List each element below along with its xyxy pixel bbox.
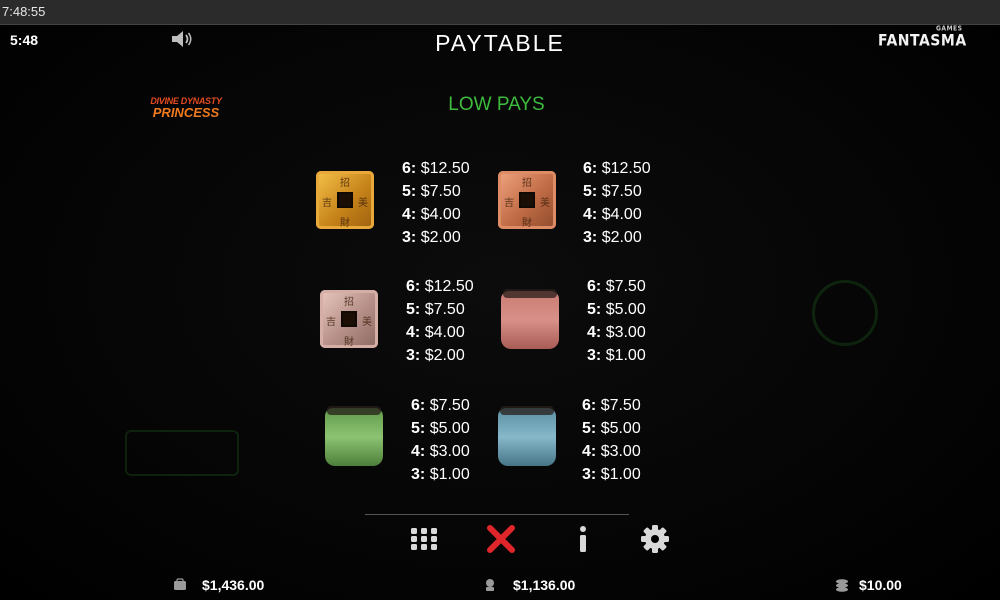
pay-row: 6: $7.50 (411, 397, 470, 414)
brand-logo: FANTASMA GAMES (878, 25, 967, 51)
brand-subtitle: GAMES (936, 24, 963, 33)
paytable-green-jar: 6: $7.50 5: $5.00 4: $3.00 3: $1.00 (411, 394, 470, 486)
pay-row: 5: $5.00 (582, 420, 641, 437)
toolbar-divider (365, 514, 629, 515)
pay-row: 3: $2.00 (402, 229, 461, 246)
info-icon[interactable] (567, 523, 599, 555)
pay-row: 6: $7.50 (582, 397, 641, 414)
pay-row: 6: $12.50 (583, 160, 651, 177)
green-jar-icon (325, 406, 383, 466)
pay-row: 5: $7.50 (406, 301, 465, 318)
background-spin-button (812, 280, 878, 346)
paytable-silver-coin: 6: $12.50 5: $7.50 4: $4.00 3: $2.00 (406, 275, 474, 367)
copper-coin-icon: 招吉美財 (498, 171, 556, 229)
coin-stack-icon (836, 579, 848, 592)
bet-value: $10.00 (859, 577, 902, 593)
system-status-bar: 7:48:55 (0, 0, 1000, 25)
gear-icon[interactable] (639, 523, 671, 555)
balance-value: $1,436.00 (202, 577, 265, 593)
win-value: $1,136.00 (513, 577, 576, 593)
paytable-copper-coin: 6: $12.50 5: $7.50 4: $4.00 3: $2.00 (583, 157, 651, 249)
pay-row: 4: $3.00 (587, 324, 646, 341)
brand-name: FANTASMA (878, 31, 967, 51)
pay-row: 3: $2.00 (583, 229, 642, 246)
pay-row: 4: $3.00 (411, 443, 470, 460)
pay-row: 6: $12.50 (402, 160, 470, 177)
gold-coin-icon: 招吉美財 (316, 171, 374, 229)
pay-row: 3: $2.00 (406, 347, 465, 364)
pay-row: 3: $1.00 (582, 466, 641, 483)
pay-row: 3: $1.00 (587, 347, 646, 364)
pay-row: 4: $4.00 (402, 206, 461, 223)
blue-jar-icon (498, 406, 556, 466)
pay-row: 4: $3.00 (582, 443, 641, 460)
trophy-icon (486, 579, 494, 591)
pay-row: 4: $4.00 (406, 324, 465, 341)
pay-row: 5: $5.00 (411, 420, 470, 437)
page-title: PAYTABLE (435, 30, 565, 56)
system-clock: 7:48:55 (2, 4, 46, 19)
grid-menu-icon[interactable] (408, 523, 440, 555)
silver-coin-icon: 招吉美財 (320, 290, 378, 348)
section-title: LOW PAYS (448, 94, 545, 115)
paytable-blue-jar: 6: $7.50 5: $5.00 4: $3.00 3: $1.00 (582, 394, 641, 486)
pay-row: 5: $7.50 (583, 183, 642, 200)
red-jar-icon (501, 289, 559, 349)
paytable-red-jar: 6: $7.50 5: $5.00 4: $3.00 3: $1.00 (587, 275, 646, 367)
pay-row: 5: $5.00 (587, 301, 646, 318)
pay-row: 5: $7.50 (402, 183, 461, 200)
pay-row: 3: $1.00 (411, 466, 470, 483)
pay-row: 4: $4.00 (583, 206, 642, 223)
close-icon[interactable] (485, 523, 517, 555)
background-buy-button (125, 430, 239, 476)
pay-row: 6: $7.50 (587, 278, 646, 295)
wallet-icon (174, 578, 186, 590)
pay-row: 6: $12.50 (406, 278, 474, 295)
paytable-gold-coin: 6: $12.50 5: $7.50 4: $4.00 3: $2.00 (402, 157, 470, 249)
